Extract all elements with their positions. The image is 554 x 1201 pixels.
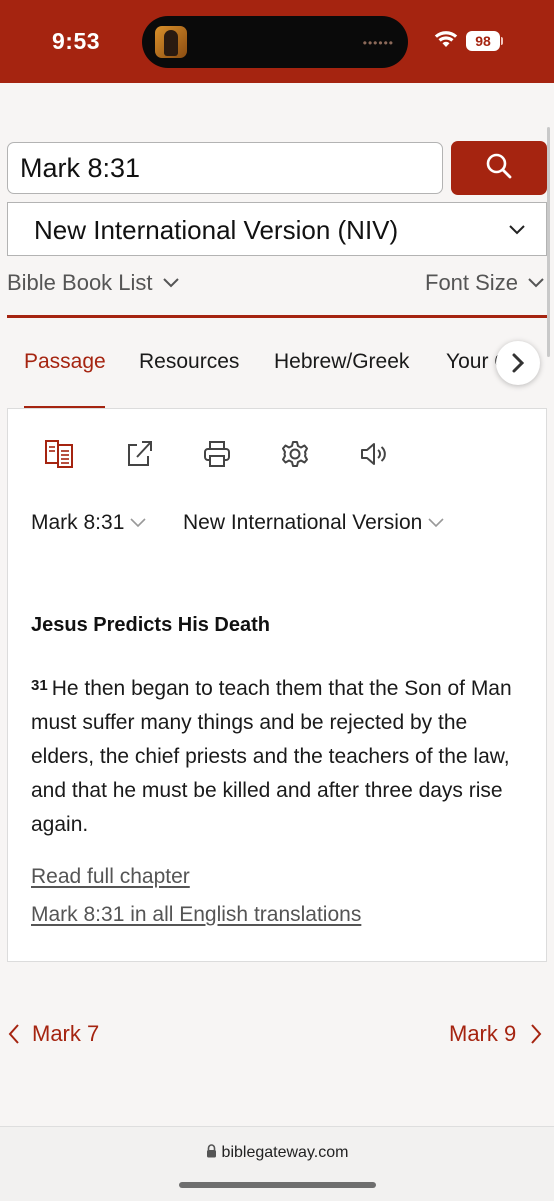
passage-reference-label: Mark 8:31 (31, 511, 125, 534)
settings-icon[interactable] (278, 437, 312, 471)
verse-text: He then began to teach them that the Son… (31, 677, 512, 836)
passage-version-dropdown[interactable]: New International Version (183, 511, 444, 535)
all-translations-link[interactable]: Mark 8:31 in all English translations (31, 903, 361, 927)
status-bar: 9:53 •••••• 98 (0, 0, 554, 83)
font-size-toggle[interactable]: Font Size (425, 270, 545, 296)
chevron-down-icon (162, 277, 180, 289)
status-time: 9:53 (52, 28, 101, 54)
chevron-down-icon (428, 518, 444, 528)
font-size-label: Font Size (425, 270, 518, 295)
url-text: biblegateway.com (221, 1144, 349, 1161)
version-dropdown-label: New International Version (NIV) (34, 215, 399, 245)
version-dropdown[interactable]: New International Version (NIV) (7, 202, 547, 256)
chevron-down-icon (527, 277, 545, 289)
dynamic-island: •••••• (142, 16, 408, 68)
bible-book-list-label: Bible Book List (7, 270, 153, 295)
battery-cap (501, 37, 503, 45)
previous-chapter-label: Mark 7 (32, 1021, 100, 1046)
search-icon (485, 152, 513, 185)
page-scrollbar[interactable] (547, 127, 550, 357)
next-chapter-link[interactable]: Mark 9 (449, 1021, 542, 1047)
island-activity-dots: •••••• (362, 36, 394, 50)
passage-heading: Jesus Predicts His Death (31, 614, 270, 636)
audio-icon[interactable] (358, 437, 392, 471)
home-indicator[interactable] (179, 1182, 376, 1188)
passage-search-input[interactable] (7, 142, 443, 194)
passage-text: 31 He then began to teach them that the S… (31, 669, 536, 842)
chevron-right-icon (511, 352, 525, 374)
section-divider (7, 315, 547, 318)
next-chapter-label: Mark 9 (449, 1021, 517, 1046)
browser-address-bar[interactable] (0, 1126, 554, 1201)
chevron-right-icon (530, 1023, 542, 1045)
bible-book-list-toggle[interactable]: Bible Book List (7, 270, 180, 296)
verse-number: 31 (31, 677, 48, 694)
passage-version-label: New International Version (183, 511, 423, 534)
chevron-down-icon (508, 223, 526, 241)
print-icon[interactable] (200, 437, 234, 471)
tab-hebrew-greek[interactable]: Hebrew/Greek (274, 350, 409, 374)
chevron-down-icon (130, 518, 146, 528)
passage-reference-dropdown[interactable]: Mark 8:31 (31, 511, 146, 535)
search-button[interactable] (451, 141, 547, 195)
parallel-icon[interactable] (43, 437, 77, 471)
tab-passage[interactable]: Passage (24, 350, 106, 374)
tab-resources[interactable]: Resources (139, 350, 239, 374)
read-full-chapter-link[interactable]: Read full chapter (31, 865, 190, 889)
previous-chapter-link[interactable]: Mark 7 (8, 1021, 99, 1047)
wifi-icon (434, 30, 458, 53)
lock-icon (206, 1144, 217, 1163)
now-playing-app-icon (155, 26, 187, 58)
tabs-scroll-right-button[interactable] (496, 341, 540, 385)
url-display[interactable]: biblegateway.com (0, 1144, 554, 1163)
chevron-left-icon (8, 1023, 20, 1045)
share-icon[interactable] (122, 437, 156, 471)
battery-indicator: 98 (466, 31, 500, 51)
